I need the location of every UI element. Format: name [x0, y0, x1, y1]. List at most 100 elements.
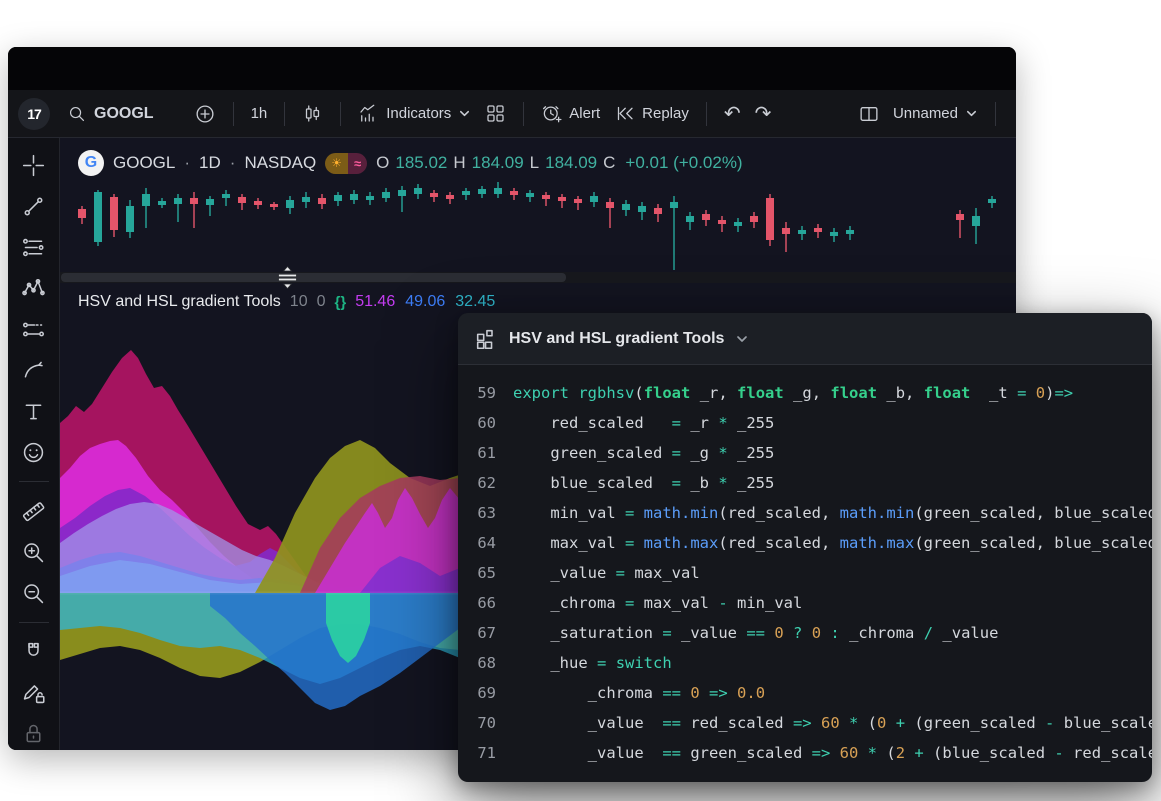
compare-add-button[interactable]	[187, 98, 223, 130]
zoom-out-tool[interactable]	[16, 577, 52, 609]
redo-button[interactable]: ↷	[748, 99, 779, 129]
legend-separator: ·	[230, 153, 236, 173]
code-line: 63 min_val = math.min(red_scaled, math.m…	[458, 498, 1152, 528]
high-label: H	[453, 153, 465, 173]
forecast-icon	[21, 317, 46, 342]
search-icon	[67, 104, 87, 124]
layout-name: Unnamed	[893, 105, 958, 122]
indicator-values: 51.4649.0632.45	[355, 293, 505, 311]
high-value: 184.09	[472, 153, 524, 173]
chart-style-button[interactable]	[295, 98, 330, 129]
line-number: 59	[458, 378, 496, 408]
tradingview-logo[interactable]: 17	[18, 98, 50, 130]
lock-all-tool[interactable]	[16, 718, 52, 750]
text-tool[interactable]	[16, 396, 52, 428]
pre-market-sun-icon: ☀	[325, 153, 348, 174]
magnet-tool[interactable]	[16, 636, 52, 668]
crosshair-tool[interactable]	[16, 150, 52, 182]
pattern-tool[interactable]	[16, 273, 52, 305]
pane-resize-handle-icon[interactable]	[276, 266, 299, 289]
pine-source-icon[interactable]: {}	[335, 294, 347, 311]
legend-exchange: NASDAQ	[244, 153, 316, 173]
layout-select-button[interactable]: Unnamed	[851, 98, 985, 130]
code-line: 70 _value == red_scaled => 60 * (0 + (gr…	[458, 708, 1152, 738]
measure-tool[interactable]	[16, 495, 52, 527]
drawing-lock-tool[interactable]	[16, 677, 52, 709]
pattern-icon	[21, 276, 46, 301]
brush-tool[interactable]	[16, 355, 52, 387]
trend-line-tool[interactable]	[16, 191, 52, 223]
candlestick-chart[interactable]	[66, 182, 1014, 276]
replay-rewind-icon	[614, 103, 635, 124]
line-number: 68	[458, 648, 496, 678]
symbol-legend[interactable]: G GOOGL · 1D · NASDAQ ☀ ≈ O 185.02 H 184…	[78, 150, 743, 176]
replay-label: Replay	[642, 105, 689, 122]
line-number: 62	[458, 468, 496, 498]
toolbar-separator	[233, 102, 234, 126]
zoom-in-tool[interactable]	[16, 536, 52, 568]
code-line: 61 green_scaled = _g * _255	[458, 438, 1152, 468]
symbol-search-button[interactable]: GOOGL	[60, 99, 161, 129]
script-title: HSV and HSL gradient Tools	[509, 330, 724, 348]
candlestick-icon	[302, 103, 323, 124]
alert-button[interactable]: Alert	[534, 98, 607, 129]
fib-icon	[21, 235, 46, 260]
line-number: 67	[458, 618, 496, 648]
low-label: L	[530, 153, 539, 173]
indicator-legend[interactable]: HSV and HSL gradient Tools 10 0 {} 51.46…	[78, 293, 505, 311]
interval-label: 1h	[251, 105, 268, 122]
text-icon	[21, 399, 46, 424]
crosshair-icon	[21, 153, 46, 178]
change-value: +0.01 (+0.02%)	[625, 153, 742, 173]
replay-button[interactable]: Replay	[607, 98, 696, 129]
pane-divider[interactable]	[60, 272, 1016, 283]
pane-scrollbar-thumb[interactable]	[61, 273, 566, 282]
chevron-down-icon[interactable]	[735, 332, 749, 346]
line-number: 63	[458, 498, 496, 528]
alert-label: Alert	[569, 105, 600, 122]
fib-retracement-tool[interactable]	[16, 232, 52, 264]
indicators-label: Indicators	[386, 105, 451, 122]
pencil-lock-icon	[21, 681, 46, 706]
chevron-down-icon	[965, 107, 978, 120]
toolbar-separator	[523, 102, 524, 126]
legend-symbol: GOOGL	[113, 153, 175, 173]
indicators-button[interactable]: Indicators	[351, 98, 478, 129]
symbol-name: GOOGL	[94, 105, 154, 123]
sidebar-divider	[19, 622, 49, 623]
legend-separator: ·	[184, 153, 190, 173]
indicator-value: 51.46	[355, 293, 395, 310]
indicator-param: 10	[290, 293, 308, 311]
window-top-strip	[8, 47, 1016, 90]
legend-interval: 1D	[199, 153, 221, 173]
code-line: 71 _value == green_scaled => 60 * (2 + (…	[458, 738, 1152, 768]
forecast-tool[interactable]	[16, 314, 52, 346]
code-line: 62 blue_scaled = _b * _255	[458, 468, 1152, 498]
pine-editor-header[interactable]: HSV and HSL gradient Tools	[458, 313, 1152, 365]
undo-button[interactable]: ↶	[717, 99, 748, 129]
indicator-templates-button[interactable]	[478, 98, 513, 129]
indicator-title: HSV and HSL gradient Tools	[78, 293, 281, 311]
sidebar-divider	[19, 481, 49, 482]
close-label: C	[603, 153, 615, 173]
emoji-icon	[21, 440, 46, 465]
emoji-tool[interactable]	[16, 436, 52, 468]
line-number: 64	[458, 528, 496, 558]
indicators-icon	[358, 103, 379, 124]
code-line: 66 _chroma = max_val - min_val	[458, 588, 1152, 618]
toolbar-separator	[284, 102, 285, 126]
redo-icon: ↷	[755, 104, 772, 124]
market-status-badge[interactable]: ☀ ≈	[325, 153, 367, 174]
open-value: 185.02	[395, 153, 447, 173]
code-line: 65 _value = max_val	[458, 558, 1152, 588]
code-line: 69 _chroma == 0 => 0.0	[458, 678, 1152, 708]
ruler-icon	[21, 499, 46, 524]
code-editor[interactable]: 59export rgbhsv(float _r, float _g, floa…	[458, 365, 1152, 768]
line-number: 70	[458, 708, 496, 738]
ohlc-values: O 185.02 H 184.09 L 184.09 C +0.01 (+0.0…	[376, 153, 742, 173]
interval-button[interactable]: 1h	[244, 100, 275, 127]
trend-line-icon	[21, 194, 46, 219]
brush-icon	[21, 358, 46, 383]
open-label: O	[376, 153, 389, 173]
zoom-out-icon	[21, 581, 46, 606]
